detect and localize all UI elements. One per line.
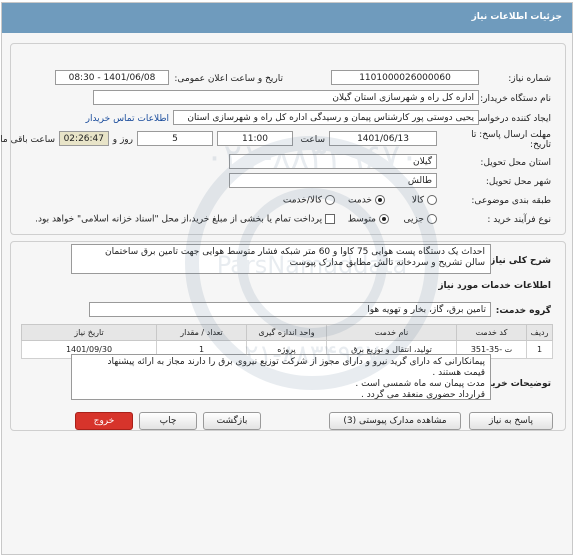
radio-medium[interactable] [380,214,390,224]
deadline-date-label: تاریخ: [531,140,552,150]
deadline-date-field: 1401/06/13 [330,131,438,146]
notes-line-1: پیمانکارانی که دارای گرید نیرو و دارای م… [108,357,486,367]
process-option-minor[interactable]: جزیی [404,214,438,225]
creator-field: یحیی دوستی پور کارشناس پیمان و رسیدگی اد… [174,110,480,125]
buyer-contact-link[interactable]: اطلاعات تماس خریدار [87,114,170,124]
description-box: احداث یک دستگاه پست هوایی 75 کاوا و 60 م… [72,244,492,274]
description-label: شرح کلی نیاز: [487,256,552,266]
exit-button[interactable]: خروج [76,412,134,430]
process-label: نوع فرآیند خرید : [488,215,552,225]
reply-button[interactable]: پاسخ به نیاز [470,412,554,430]
radio-goods-service[interactable] [326,195,336,205]
days-label: روز و [113,135,134,145]
buyer-notes-box: پیمانکارانی که دارای گرید نیرو و دارای م… [72,354,492,400]
buyer-org-label: نام دستگاه خریدار: [481,94,552,104]
radio-minor[interactable] [428,214,438,224]
treasury-payment-option[interactable]: پرداخت تمام یا بخشی از مبلغ خرید،از محل … [36,214,336,225]
radio-goods[interactable] [428,195,438,205]
creator-label: ایجاد کننده درخواست: [469,114,552,124]
services-section-title: اطلاعات خدمات مورد نیاز [439,281,552,291]
days-field: 5 [138,131,214,146]
service-group-label: گروه خدمت: [496,306,552,316]
notes-line-3: مدت پیمان سه ماه شمسی است . [356,379,486,389]
process-option-medium[interactable]: متوسط [349,214,390,225]
deadline-time-field: 11:00 [218,131,294,146]
need-description-panel: شرح کلی نیاز: احداث یک دستگاه پست هوایی … [11,241,567,431]
announce-field: 1401/06/08 - 08:30 [56,70,170,85]
print-button[interactable]: چاپ [140,412,198,430]
remaining-time-field: 02:26:47 [60,131,110,146]
col-quantity: تعداد / مقدار [157,324,248,341]
col-service-code: کد خدمت [457,324,528,341]
time-label: ساعت [301,135,327,145]
buyer-org-field: اداره کل راه و شهرسازی استان گیلان [94,90,480,105]
category-option-goods-service[interactable]: کالا/خدمت [284,195,336,206]
need-number-field: 1101000026000060 [332,70,480,85]
view-attachments-button[interactable]: مشاهده مدارک پیوستی (3) [330,412,462,430]
notes-line-4: قرارداد حضوری منعقد می گردد . [362,390,486,400]
page-title: جزئیات اطلاعات نیاز [3,3,573,33]
need-details-window: جزئیات اطلاعات نیاز شماره نیاز: 11010000… [0,2,574,555]
service-group-field: تامین برق، گاز، بخار و تهویه هوا [90,302,492,317]
category-option-goods[interactable]: کالا [413,195,438,206]
col-row-number: ردیف [527,324,554,341]
deadline-label: مهلت ارسال پاسخ: تا [472,130,552,140]
city-label: شهر محل تحویل: [486,177,552,187]
need-number-label: شماره نیاز: [509,74,552,84]
notes-line-2: قیمت هستند . [433,368,486,378]
category-label: طبقه بندی موضوعی: [472,196,552,206]
table-header-row: ردیف کد خدمت نام خدمت واحد اندازه گیری ت… [22,324,554,341]
cell-row-number: 1 [527,340,554,359]
province-label: استان محل تحویل: [481,158,552,168]
description-line-1: احداث یک دستگاه پست هوایی 75 کاوا و 60 م… [106,247,486,257]
col-service-name: نام خدمت [327,324,458,341]
col-unit: واحد اندازه گیری [247,324,328,341]
treasury-checkbox[interactable] [326,214,336,224]
remaining-label: ساعت باقی مانده [0,135,56,145]
need-info-panel: شماره نیاز: 1101000026000060 تاریخ و ساع… [0,43,567,235]
province-field: گیلان [230,154,438,169]
radio-service[interactable] [376,195,386,205]
description-line-2: سالن تشریح و سردخانه تالش مطابق مدارک پی… [290,258,486,268]
col-need-date: تاریخ نیاز [22,324,158,341]
treasury-payment-note: پرداخت تمام یا بخشی از مبلغ خرید،از محل … [36,214,324,225]
city-field: طالش [230,173,438,188]
category-option-service[interactable]: خدمت [349,195,386,206]
back-button[interactable]: بازگشت [204,412,262,430]
announce-label: تاریخ و ساعت اعلان عمومی: [175,74,284,84]
